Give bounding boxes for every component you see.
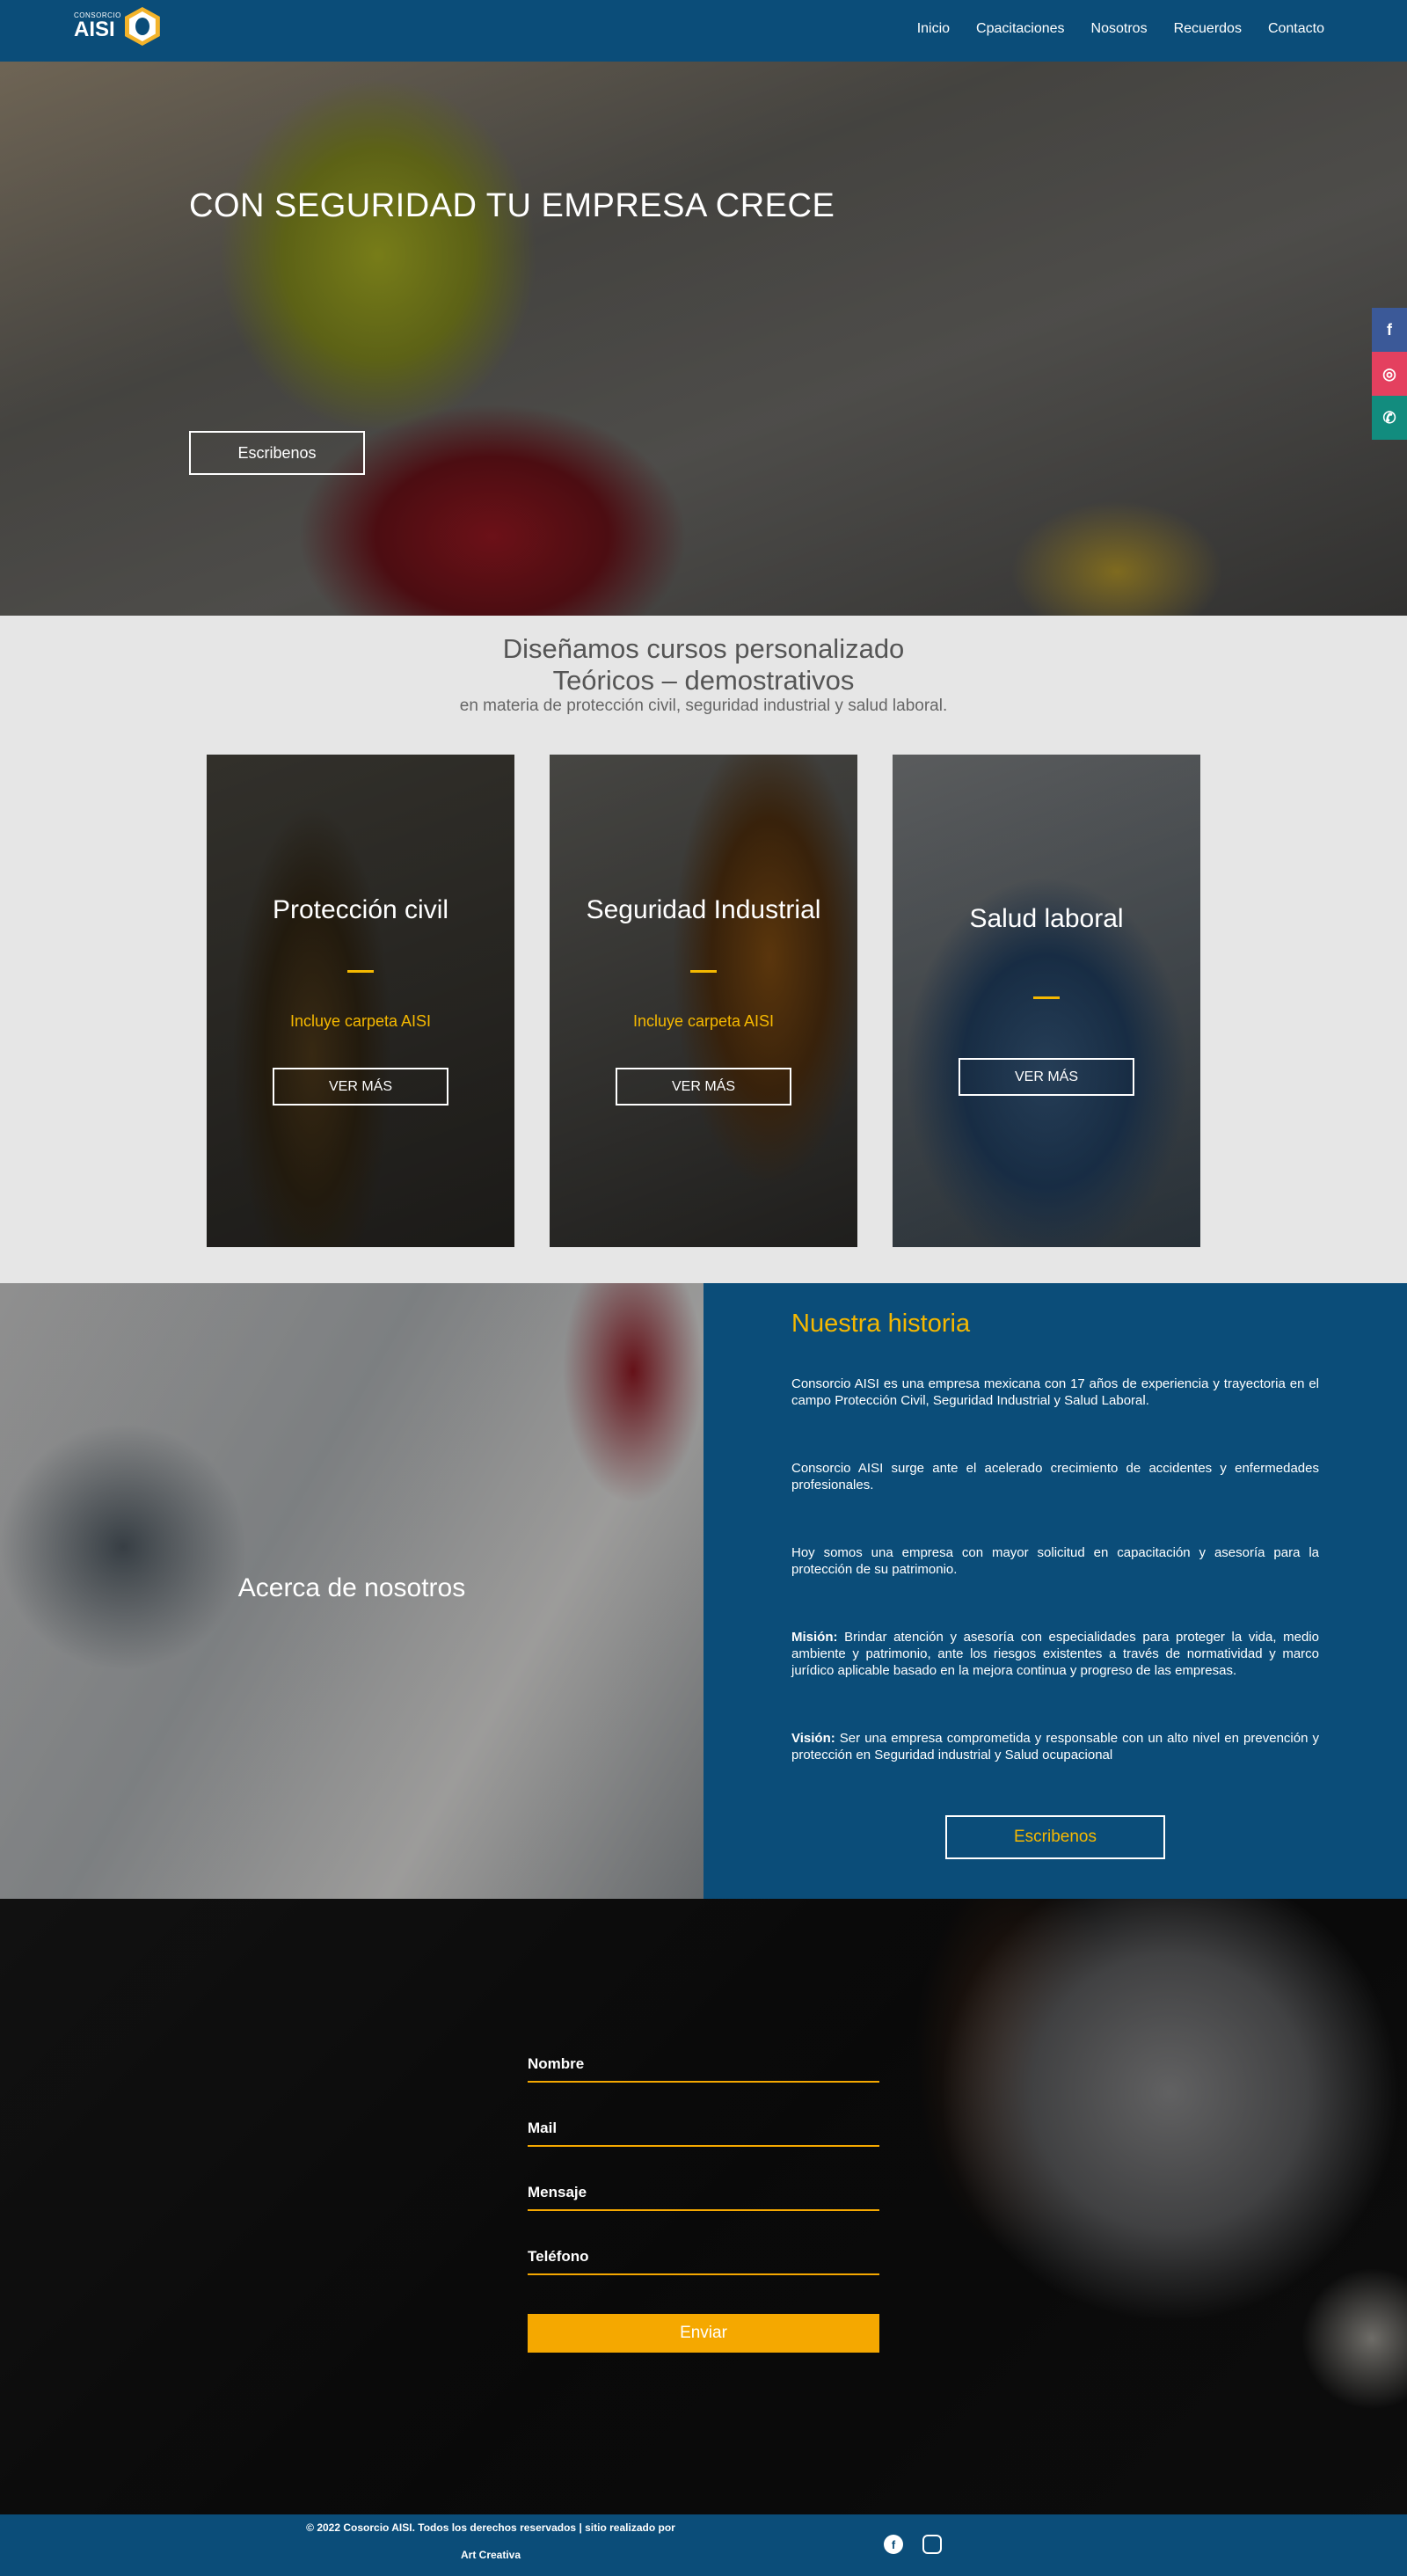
- nav-contacto[interactable]: Contacto: [1268, 21, 1324, 37]
- course-cards: Protección civil Incluye carpeta AISI VE…: [207, 755, 1200, 1247]
- about-contact-button[interactable]: Escribenos: [945, 1815, 1165, 1859]
- card-note: Incluye carpeta AISI: [289, 1012, 432, 1030]
- social-sidebar: f ◎ ✆: [1372, 308, 1407, 440]
- send-button[interactable]: Enviar: [528, 2314, 879, 2353]
- about-image: Acerca de nosotros: [0, 1283, 704, 1899]
- vision-paragraph: Visión: Ser una empresa comprometida y r…: [791, 1730, 1319, 1763]
- courses-heading: Diseñamos cursos personalizado Teóricos …: [0, 616, 1407, 697]
- courses-section: Diseñamos cursos personalizado Teóricos …: [0, 616, 1407, 1283]
- card-title: Seguridad Industrial: [586, 895, 821, 924]
- card-divider: [1033, 996, 1060, 999]
- hero-banner: CON SEGURIDAD TU EMPRESA CRECE Escribeno…: [0, 62, 1407, 616]
- logo-badge-icon: [124, 7, 160, 46]
- instagram-icon[interactable]: ◎: [1372, 352, 1407, 396]
- about-title: Acerca de nosotros: [237, 1573, 466, 1602]
- history-panel: Nuestra historia Consorcio AISI es una e…: [704, 1283, 1407, 1899]
- hero-contact-button[interactable]: Escribenos: [189, 431, 365, 475]
- card-title: Salud laboral: [969, 904, 1124, 933]
- contact-form: Nombre Mail Mensaje Teléfono Enviar: [528, 2055, 879, 2353]
- field-underline: [528, 2145, 879, 2147]
- mision-text: Brindar atención y asesoría con especial…: [791, 1630, 1319, 1678]
- whatsapp-icon[interactable]: ✆: [1372, 396, 1407, 440]
- hero-title: CON SEGURIDAD TU EMPRESA CRECE: [189, 187, 835, 224]
- logo[interactable]: CONSORCIO AISI: [74, 7, 160, 46]
- history-heading: Nuestra historia: [791, 1310, 971, 1338]
- site-header: CONSORCIO AISI Inicio Cpacitaciones Noso…: [0, 0, 1407, 62]
- history-paragraph: Consorcio AISI es una empresa mexicana c…: [791, 1376, 1319, 1408]
- credit-link[interactable]: Art Creativa: [297, 2542, 684, 2569]
- instagram-icon[interactable]: [922, 2535, 942, 2554]
- footer-copyright: © 2022 Cosorcio AISI. Todos los derechos…: [297, 2514, 684, 2576]
- nav-inicio[interactable]: Inicio: [917, 21, 950, 37]
- contact-section: Nombre Mail Mensaje Teléfono Enviar: [0, 1899, 1407, 2514]
- field-underline: [528, 2273, 879, 2275]
- field-label: Teléfono: [528, 2248, 589, 2265]
- field-label: Mensaje: [528, 2184, 587, 2200]
- card-title: Protección civil: [272, 895, 449, 924]
- courses-subtitle: en materia de protección civil, segurida…: [459, 697, 948, 715]
- ver-mas-button[interactable]: VER MÁS: [273, 1068, 448, 1106]
- nav-recuerdos[interactable]: Recuerdos: [1174, 21, 1242, 37]
- history-paragraph: Consorcio AISI surge ante el acelerado c…: [791, 1461, 1319, 1492]
- facebook-icon[interactable]: f: [884, 2535, 903, 2554]
- message-field[interactable]: Mensaje: [528, 2184, 879, 2248]
- main-nav: Inicio Cpacitaciones Nosotros Recuerdos …: [917, 21, 1324, 37]
- field-label: Nombre: [528, 2055, 585, 2072]
- course-card-seguridad-industrial[interactable]: Seguridad Industrial Incluye carpeta AIS…: [550, 755, 857, 1247]
- phone-field[interactable]: Teléfono: [528, 2248, 879, 2312]
- site-footer: © 2022 Cosorcio AISI. Todos los derechos…: [0, 2514, 1407, 2576]
- ver-mas-button[interactable]: VER MÁS: [959, 1058, 1134, 1096]
- course-card-proteccion-civil[interactable]: Protección civil Incluye carpeta AISI VE…: [207, 755, 514, 1247]
- card-divider: [347, 970, 374, 973]
- field-label: Mail: [528, 2120, 558, 2136]
- vision-label: Visión:: [791, 1731, 835, 1746]
- mision-paragraph: Misión: Brindar atención y asesoría con …: [791, 1629, 1319, 1679]
- mision-label: Misión:: [791, 1630, 838, 1645]
- field-underline: [528, 2081, 879, 2083]
- nav-nosotros[interactable]: Nosotros: [1091, 21, 1148, 37]
- course-card-salud-laboral[interactable]: Salud laboral VER MÁS: [893, 755, 1200, 1247]
- card-divider: [690, 970, 717, 973]
- logo-big-text: AISI: [74, 18, 115, 41]
- about-section: Acerca de nosotros Nuestra historia Cons…: [0, 1283, 1407, 1899]
- field-underline: [528, 2209, 879, 2211]
- mail-field[interactable]: Mail: [528, 2120, 879, 2184]
- vision-text: Ser una empresa comprometida y responsab…: [791, 1731, 1319, 1762]
- courses-line-2: Teóricos – demostrativos: [552, 665, 855, 696]
- name-field[interactable]: Nombre: [528, 2055, 879, 2120]
- footer-social: f: [884, 2535, 942, 2554]
- facebook-icon[interactable]: f: [1372, 308, 1407, 352]
- nav-capacitaciones[interactable]: Cpacitaciones: [976, 21, 1065, 37]
- copyright-text: © 2022 Cosorcio AISI. Todos los derechos…: [306, 2521, 675, 2534]
- card-note: Incluye carpeta AISI: [632, 1012, 775, 1030]
- courses-line-1: Diseñamos cursos personalizado: [502, 633, 905, 664]
- ver-mas-button[interactable]: VER MÁS: [616, 1068, 791, 1106]
- history-paragraph: Hoy somos una empresa con mayor solicitu…: [791, 1545, 1319, 1577]
